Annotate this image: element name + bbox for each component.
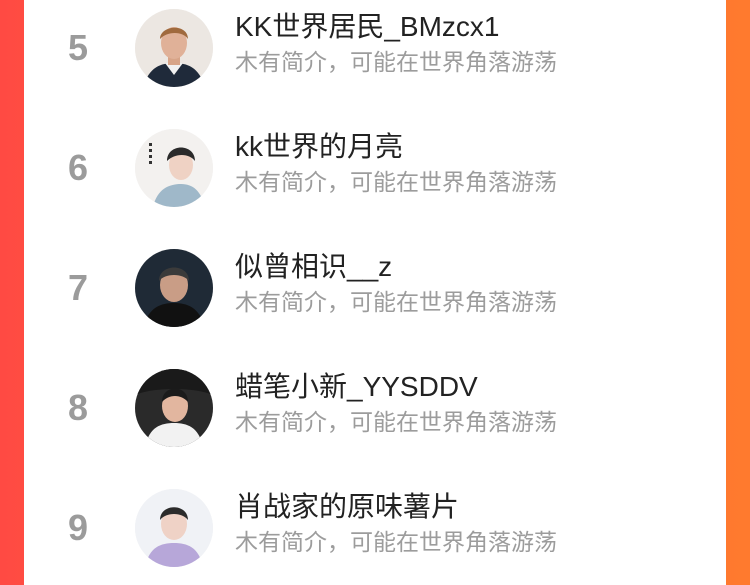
ranking-row[interactable]: 8 蜡笔小新_YYSDDV 木有简介，可能在世界角落游荡 [24,360,726,480]
ranking-row[interactable]: 7 似曾相识__z 木有简介，可能在世界角落游荡 [24,240,726,360]
rank-number: 9 [67,507,89,548]
user-avatar-icon[interactable] [135,129,213,207]
user-bio: 木有简介，可能在世界角落游荡 [235,529,557,555]
rank-number: 5 [67,27,89,68]
ranking-row[interactable]: 6 kk世界的月亮 木有简介，可能在世界角落游荡 [24,120,726,240]
username[interactable]: kk世界的月亮 [235,130,403,164]
user-avatar-icon[interactable] [135,369,213,447]
rank-number: 6 [67,147,89,188]
rank-number: 7 [67,267,89,308]
username[interactable]: KK世界居民_BMzcx1 [235,10,500,44]
ranking-panel: 5 KK世界居民_BMzcx1 木有简介，可能在世界角落游荡 6 kk世界的月亮… [24,0,726,585]
user-avatar-icon[interactable] [135,249,213,327]
ranking-row[interactable]: 9 肖战家的原味薯片 木有简介，可能在世界角落游荡 [24,480,726,585]
username[interactable]: 肖战家的原味薯片 [235,490,459,524]
username[interactable]: 似曾相识__z [235,250,392,284]
user-bio: 木有简介，可能在世界角落游荡 [235,289,557,315]
user-avatar-icon[interactable] [135,489,213,567]
ranking-row[interactable]: 5 KK世界居民_BMzcx1 木有简介，可能在世界角落游荡 [24,0,726,120]
user-bio: 木有简介，可能在世界角落游荡 [235,409,557,435]
rank-number: 8 [67,387,89,428]
user-bio: 木有简介，可能在世界角落游荡 [235,169,557,195]
user-avatar-icon[interactable] [135,9,213,87]
username[interactable]: 蜡笔小新_YYSDDV [235,370,478,404]
ranking-list: 5 KK世界居民_BMzcx1 木有简介，可能在世界角落游荡 6 kk世界的月亮… [24,0,726,585]
user-bio: 木有简介，可能在世界角落游荡 [235,49,557,75]
